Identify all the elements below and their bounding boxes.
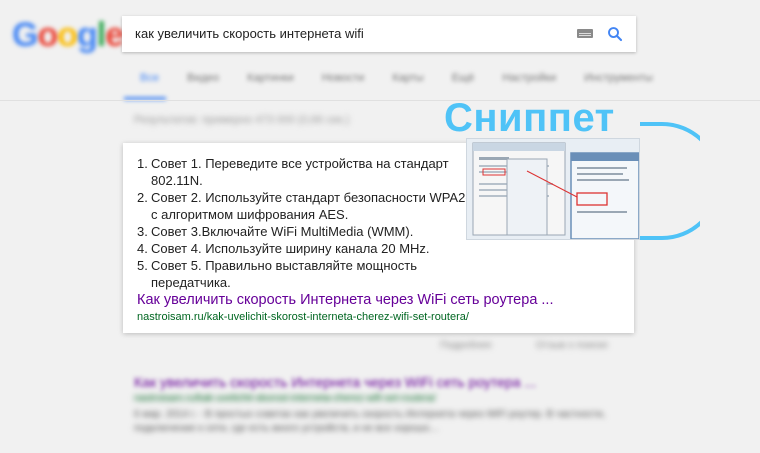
feedback-link[interactable]: Отзыв о поиске	[536, 340, 608, 351]
snippet-url[interactable]: nastroisam.ru/kak-uvelichit-skorost-inte…	[137, 311, 469, 323]
list-text: Совет 1. Переведите все устройства на ст…	[151, 156, 449, 188]
list-item: 4. Совет 4. Используйте ширину канала 20 …	[137, 240, 497, 257]
keyboard-icon[interactable]	[577, 29, 593, 38]
google-logo[interactable]: Google	[12, 16, 124, 55]
search-tabs: Все Видео Картинки Новости Карты Ещё Нас…	[140, 72, 653, 84]
header-divider	[0, 100, 760, 101]
tab-more[interactable]: Ещё	[452, 72, 475, 84]
snippet-list: 1. Совет 1. Переведите все устройства на …	[137, 155, 497, 291]
list-number: 4.	[137, 241, 148, 256]
list-text: Совет 3.Включайте WiFi MultiMedia (WMM).	[151, 224, 414, 239]
list-item: 5. Совет 5. Правильно выставляйте мощност…	[137, 257, 497, 291]
list-text: Совет 4. Используйте ширину канала 20 MH…	[151, 241, 430, 256]
tab-images[interactable]: Картинки	[247, 72, 294, 84]
list-item: 2. Совет 2. Используйте стандарт безопасн…	[137, 189, 497, 223]
result-description: 6 мар. 2014 г. - В простых советах как у…	[134, 409, 606, 434]
snippet-label: Сниппет	[444, 96, 615, 140]
snippet-thumbnail[interactable]	[466, 138, 640, 240]
list-number: 2.	[137, 190, 148, 205]
feedback-row: Подробнее Отзыв о поиске	[440, 340, 608, 351]
search-input[interactable]: как увеличить скорость интернета wifi	[135, 26, 364, 41]
result-title-link[interactable]: Как увеличить скорость Интернета через W…	[134, 374, 536, 390]
logo-letter: g	[77, 16, 98, 54]
logo-letter: o	[57, 16, 78, 54]
list-number: 1.	[137, 156, 148, 171]
tab-settings[interactable]: Настройки	[502, 72, 556, 84]
tab-all[interactable]: Все	[140, 72, 159, 84]
search-box[interactable]: как увеличить скорость интернета wifi	[122, 16, 636, 52]
list-number: 3.	[137, 224, 148, 239]
tab-tools[interactable]: Инструменты	[584, 72, 653, 84]
tab-news[interactable]: Новости	[322, 72, 365, 84]
logo-letter: l	[96, 16, 107, 54]
logo-letter: o	[37, 16, 58, 54]
results-count: Результатов: примерно 473 000 (0,66 сек.…	[134, 114, 350, 126]
bracket-annotation	[640, 122, 700, 240]
list-item: 1. Совет 1. Переведите все устройства на …	[137, 155, 497, 189]
about-link[interactable]: Подробнее	[440, 340, 492, 351]
result-url[interactable]: nastroisam.ru/kak-uvelichit-skorost-inte…	[134, 393, 436, 404]
search-icon[interactable]	[606, 25, 624, 43]
tab-video[interactable]: Видео	[187, 72, 219, 84]
logo-letter: e	[105, 16, 124, 54]
list-text: Совет 5. Правильно выставляйте мощность …	[151, 258, 417, 290]
logo-letter: G	[12, 16, 38, 54]
snippet-title-link[interactable]: Как увеличить скорость Интернета через W…	[137, 292, 554, 308]
list-item: 3. Совет 3.Включайте WiFi MultiMedia (WMM…	[137, 223, 497, 240]
list-number: 5.	[137, 258, 148, 273]
list-text: Совет 2. Используйте стандарт безопаснос…	[151, 190, 496, 222]
tab-maps[interactable]: Карты	[392, 72, 423, 84]
thumbnail-image	[467, 139, 639, 239]
